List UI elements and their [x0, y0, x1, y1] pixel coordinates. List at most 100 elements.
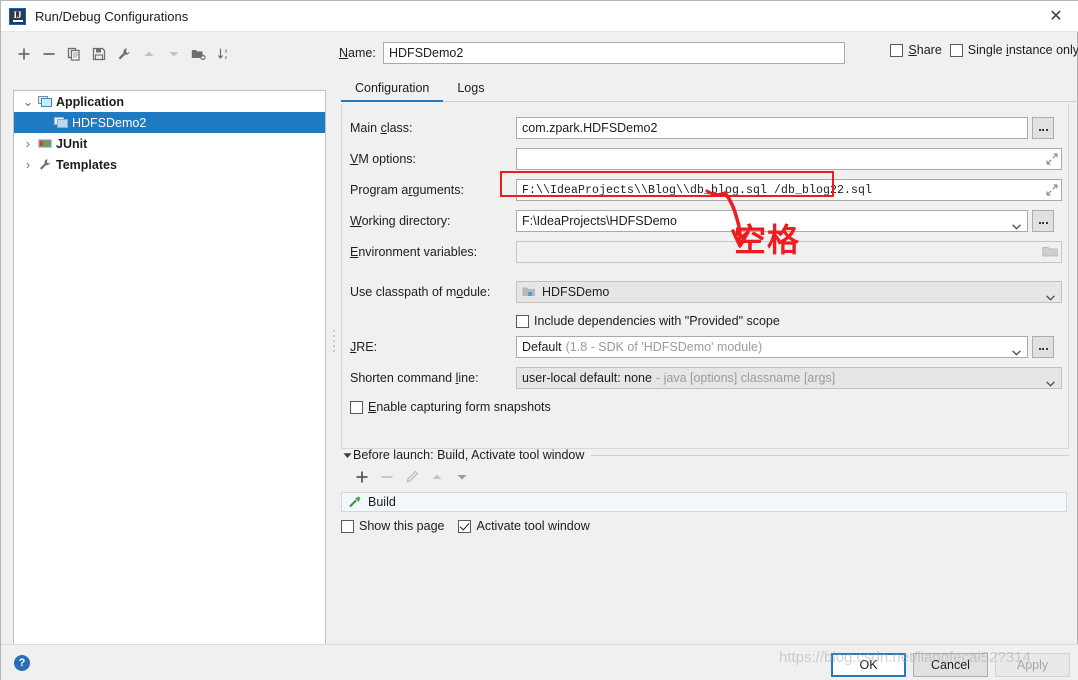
- new-folder-icon[interactable]: [186, 42, 211, 66]
- save-icon[interactable]: [86, 42, 111, 66]
- pencil-icon: [399, 465, 424, 489]
- name-input[interactable]: HDFSDemo2: [383, 42, 845, 64]
- vm-options-input[interactable]: [516, 148, 1062, 170]
- move-task-down-button: [449, 465, 474, 489]
- program-arguments-label: Program arguments:: [350, 183, 464, 197]
- tree-item-junit[interactable]: › JUnit: [14, 133, 325, 154]
- activate-tool-window-label: Activate tool window: [476, 519, 590, 533]
- vm-options-label: VM options:: [350, 152, 417, 166]
- tree-item-hdfsdemo2[interactable]: HDFSDemo2: [14, 112, 325, 133]
- field-working-directory: Working directory: F:\IdeaProjects\HDFSD…: [350, 209, 1062, 233]
- apply-button[interactable]: Apply: [995, 653, 1070, 677]
- working-directory-combo[interactable]: F:\IdeaProjects\HDFSDemo: [516, 210, 1028, 232]
- module-icon: [522, 286, 536, 298]
- jre-combo[interactable]: Default (1.8 - SDK of 'HDFSDemo' module): [516, 336, 1028, 358]
- jre-browse-button[interactable]: [1032, 336, 1054, 358]
- section-divider: [591, 454, 1069, 456]
- expand-diagonal-icon[interactable]: [1045, 183, 1059, 197]
- ok-button[interactable]: OK: [831, 653, 906, 677]
- window-title: Run/Debug Configurations: [35, 8, 189, 24]
- include-provided-checkbox[interactable]: [516, 314, 529, 328]
- shorten-command-line-hint: - java [options] classname [args]: [655, 371, 836, 385]
- triangle-down-icon[interactable]: [341, 452, 353, 459]
- name-input-value: HDFSDemo2: [389, 46, 464, 60]
- cancel-button[interactable]: Cancel: [913, 653, 988, 677]
- main-class-browse-button[interactable]: [1032, 117, 1054, 139]
- chevron-down-icon[interactable]: [1012, 219, 1021, 230]
- remove-task-button: [374, 465, 399, 489]
- single-instance-checkbox-row[interactable]: Single instance only: [949, 43, 1078, 57]
- chevron-down-icon[interactable]: [1046, 290, 1055, 301]
- ellipsis-icon: [1038, 129, 1048, 131]
- arrow-down-icon: [161, 42, 186, 66]
- activate-tool-window-checkbox[interactable]: [458, 519, 472, 533]
- folder-icon[interactable]: [1042, 245, 1058, 258]
- tree-item-templates[interactable]: › Templates: [14, 154, 325, 175]
- before-launch-header[interactable]: Before launch: Build, Activate tool wind…: [341, 446, 1069, 464]
- enable-form-snapshots-checkbox[interactable]: [350, 400, 363, 414]
- field-enable-form-snapshots: Enable capturing form snapshots: [350, 395, 896, 419]
- help-icon[interactable]: ?: [14, 655, 30, 671]
- show-this-page-checkbox[interactable]: [341, 519, 354, 533]
- move-task-up-button: [424, 465, 449, 489]
- activate-tool-window-checkbox-row[interactable]: Activate tool window: [458, 519, 590, 533]
- field-environment-variables: Environment variables:: [350, 240, 1062, 264]
- include-provided-checkbox-row[interactable]: Include dependencies with "Provided" sco…: [516, 314, 780, 328]
- configurations-panel: a z ⌄ Application HDFSDemo2 › JUnit › Te…: [1, 32, 331, 668]
- share-checkbox[interactable]: [890, 43, 904, 57]
- wrench-icon[interactable]: [111, 42, 136, 66]
- program-arguments-input[interactable]: F:\\IdeaProjects\\Blog\\db_blog.sql /db_…: [516, 179, 1062, 201]
- application-icon: [36, 94, 54, 110]
- copy-icon[interactable]: [61, 42, 86, 66]
- hammer-icon: [348, 495, 362, 509]
- working-directory-browse-button[interactable]: [1032, 210, 1054, 232]
- add-configuration-button[interactable]: [11, 42, 36, 66]
- include-provided-label: Include dependencies with "Provided" sco…: [534, 314, 780, 328]
- tree-item-application[interactable]: ⌄ Application: [14, 91, 325, 112]
- use-classpath-combo[interactable]: HDFSDemo: [516, 281, 1062, 303]
- title-bar: IJ Run/Debug Configurations ✕: [1, 1, 1078, 32]
- name-label: Name:: [339, 46, 376, 60]
- share-label: Share: [908, 43, 942, 57]
- shorten-command-line-combo[interactable]: user-local default: none - java [options…: [516, 367, 1062, 389]
- expand-diagonal-icon[interactable]: [1045, 152, 1059, 166]
- enable-form-snapshots-checkbox-row[interactable]: Enable capturing form snapshots: [350, 400, 551, 414]
- tree-item-label: JUnit: [56, 136, 88, 151]
- sort-az-icon[interactable]: a z: [211, 42, 236, 66]
- chevron-down-icon[interactable]: [1046, 376, 1055, 387]
- chevron-down-icon[interactable]: ⌄: [20, 94, 36, 110]
- close-icon[interactable]: ✕: [1033, 1, 1078, 31]
- configuration-tab-content: Main class: com.zpark.HDFSDemo2 VM optio…: [341, 104, 1069, 449]
- main-class-input[interactable]: com.zpark.HDFSDemo2: [516, 117, 1028, 139]
- arrow-up-icon: [136, 42, 161, 66]
- ellipsis-icon: [1038, 348, 1048, 350]
- junit-icon: [36, 136, 54, 152]
- intellij-idea-icon: IJ: [9, 7, 26, 25]
- editor-tabs: Configuration Logs: [341, 75, 1078, 102]
- chevron-down-icon[interactable]: [1012, 345, 1021, 356]
- chevron-right-icon[interactable]: ›: [20, 157, 36, 173]
- tab-logs[interactable]: Logs: [443, 81, 498, 101]
- show-this-page-label: Show this page: [359, 519, 445, 533]
- use-classpath-value: HDFSDemo: [542, 285, 610, 299]
- chevron-right-icon[interactable]: ›: [20, 136, 36, 152]
- before-launch-task-row[interactable]: Build: [341, 492, 1067, 512]
- before-launch-toolbar: [349, 464, 1069, 490]
- share-checkbox-row[interactable]: Share: [890, 43, 942, 57]
- single-instance-checkbox[interactable]: [949, 43, 963, 57]
- panel-splitter[interactable]: [331, 32, 339, 644]
- program-arguments-value: F:\\IdeaProjects\\Blog\\db_blog.sql /db_…: [522, 183, 873, 197]
- tree-item-label: Application: [56, 94, 125, 109]
- svg-text:a: a: [224, 49, 227, 55]
- environment-variables-input[interactable]: [516, 241, 1062, 263]
- configurations-tree[interactable]: ⌄ Application HDFSDemo2 › JUnit › Templa…: [13, 90, 326, 668]
- remove-configuration-button[interactable]: [36, 42, 61, 66]
- single-instance-label: Single instance only: [967, 43, 1078, 57]
- field-include-provided: Include dependencies with "Provided" sco…: [516, 309, 1062, 333]
- working-directory-value: F:\IdeaProjects\HDFSDemo: [522, 214, 677, 228]
- tab-configuration[interactable]: Configuration: [341, 81, 444, 102]
- field-jre: JRE: Default (1.8 - SDK of 'HDFSDemo' mo…: [350, 335, 1062, 359]
- add-task-button[interactable]: [349, 465, 374, 489]
- show-this-page-checkbox-row[interactable]: Show this page: [341, 519, 444, 533]
- environment-variables-label: Environment variables:: [350, 245, 478, 259]
